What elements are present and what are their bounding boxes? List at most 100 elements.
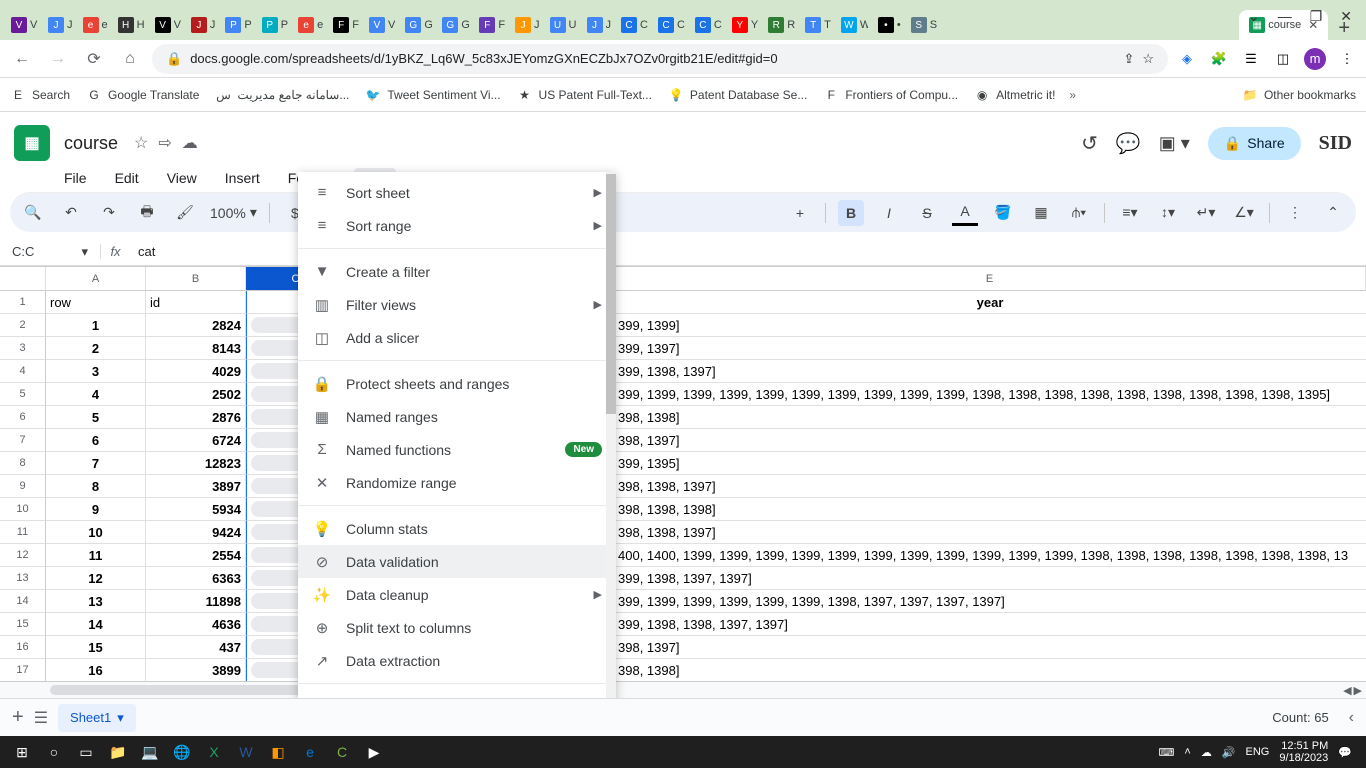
menu-item-create-a-filter[interactable]: ▼Create a filter (298, 255, 616, 288)
row-header[interactable]: 13 (0, 567, 46, 590)
table-row[interactable]: 15144636399, 1398, 1398, 1397, 1397] (0, 613, 1366, 636)
menu-item-named-functions[interactable]: ΣNamed functionsNew (298, 433, 616, 466)
menu-item-add-a-slicer[interactable]: ◫Add a slicer (298, 321, 616, 354)
table-row[interactable]: 328143399, 1397] (0, 337, 1366, 360)
menu-item-data-validation[interactable]: ⊘Data validation (298, 545, 616, 578)
cell[interactable]: row (46, 291, 146, 314)
sheet-tab-menu-icon[interactable]: ▾ (117, 710, 124, 726)
data-menu-dropdown[interactable]: ≡Sort sheet▶≡Sort range▶▼Create a filter… (298, 172, 616, 712)
browser-tab[interactable]: HH (113, 10, 150, 40)
v-align-button[interactable]: ↕▾ (1155, 200, 1181, 226)
bookmark-item[interactable]: 💡Patent Database Se... (668, 87, 807, 103)
cell[interactable]: 2 (46, 337, 146, 360)
cell[interactable]: 3899 (146, 659, 246, 682)
cell[interactable]: 4029 (146, 360, 246, 383)
spreadsheet-grid[interactable]: ABCDE 1rowidyear212824399, 1399]32814339… (0, 266, 1366, 698)
insert-link-icon[interactable]: + (787, 200, 813, 226)
profile-avatar[interactable]: m (1304, 48, 1326, 70)
browser-tab[interactable]: JJ (186, 10, 221, 40)
cell[interactable]: 2824 (146, 314, 246, 337)
table-row[interactable]: 8712823399, 1395] (0, 452, 1366, 475)
cell[interactable]: 6363 (146, 567, 246, 590)
row-header[interactable]: 12 (0, 544, 46, 567)
keyboard-icon[interactable]: ⌨ (1158, 746, 1174, 759)
excel-icon[interactable]: X (198, 738, 230, 766)
notifications-icon[interactable]: 💬 (1338, 746, 1352, 759)
browser-tab[interactable]: GG (437, 10, 474, 40)
add-sheet-button[interactable]: + (12, 706, 24, 729)
row-header[interactable]: 14 (0, 590, 46, 613)
search-menus-icon[interactable]: 🔍 (20, 200, 46, 226)
cell[interactable]: 398, 1398] (614, 659, 1366, 682)
cell[interactable]: 399, 1399, 1399, 1399, 1399, 1399, 1398,… (614, 590, 1366, 613)
browser-tab[interactable]: WW (836, 10, 873, 40)
menu-item-sort-range[interactable]: ≡Sort range▶ (298, 209, 616, 242)
table-row[interactable]: 542502399, 1399, 1399, 1399, 1399, 1399,… (0, 383, 1366, 406)
row-header[interactable]: 16 (0, 636, 46, 659)
other-bookmarks[interactable]: 📁 Other bookmarks (1242, 87, 1356, 103)
h-align-button[interactable]: ≡▾ (1117, 200, 1143, 226)
cell[interactable]: 16 (46, 659, 146, 682)
browser-tab[interactable]: UU (545, 10, 582, 40)
cell[interactable]: 399, 1397] (614, 337, 1366, 360)
name-box-dropdown-icon[interactable]: ▾ (81, 244, 88, 260)
cell[interactable]: year (614, 291, 1366, 314)
table-row[interactable]: 1rowidyear (0, 291, 1366, 314)
chrome-dropdown-icon[interactable]: ⌄ (1248, 8, 1260, 25)
cell[interactable]: 3897 (146, 475, 246, 498)
cell[interactable]: 398, 1397] (614, 636, 1366, 659)
menu-item-randomize-range[interactable]: ✕Randomize range (298, 466, 616, 499)
cell[interactable]: 398, 1397] (614, 429, 1366, 452)
extensions-icon[interactable]: 🧩 (1208, 48, 1230, 70)
menu-file[interactable]: File (58, 168, 93, 188)
browser-tab[interactable]: VV (150, 10, 186, 40)
clock[interactable]: 12:51 PM 9/18/2023 (1279, 740, 1328, 764)
side-panel-icon[interactable]: ◫ (1272, 48, 1294, 70)
cell[interactable]: 5 (46, 406, 146, 429)
history-icon[interactable]: ↺ (1081, 131, 1098, 156)
dropdown-scroll-thumb[interactable] (606, 174, 616, 414)
horizontal-scrollbar[interactable]: ◀▶ (0, 681, 1366, 698)
menu-item-split-text-to-columns[interactable]: ⊕Split text to columns (298, 611, 616, 644)
cell[interactable]: 398, 1398, 1397] (614, 475, 1366, 498)
bold-button[interactable]: B (838, 200, 864, 226)
cell[interactable]: 12823 (146, 452, 246, 475)
browser-tab[interactable]: ee (78, 10, 113, 40)
row-header[interactable]: 7 (0, 429, 46, 452)
menu-item-data-extraction[interactable]: ↗Data extraction (298, 644, 616, 677)
scroll-arrows[interactable]: ◀▶ (1339, 684, 1366, 697)
more-bookmarks-icon[interactable]: » (1069, 88, 1076, 102)
menu-item-data-cleanup[interactable]: ✨Data cleanup▶ (298, 578, 616, 611)
browser-tab[interactable]: VVSM (6, 10, 43, 40)
cell[interactable]: 10 (46, 521, 146, 544)
name-box[interactable]: C:C ▾ (0, 244, 100, 260)
row-header[interactable]: 2 (0, 314, 46, 337)
move-doc-icon[interactable]: ⇨ (158, 133, 171, 153)
browser-tab[interactable]: CC (690, 10, 727, 40)
app-icon-1[interactable]: 💻 (134, 738, 166, 766)
row-header[interactable]: 8 (0, 452, 46, 475)
cell[interactable]: 2876 (146, 406, 246, 429)
table-row[interactable]: 1095934398, 1398, 1398] (0, 498, 1366, 521)
menu-insert[interactable]: Insert (219, 168, 266, 188)
back-button[interactable]: ← (8, 45, 36, 73)
browser-tab[interactable]: •• (873, 10, 906, 40)
italic-button[interactable]: I (876, 200, 902, 226)
home-button[interactable]: ⌂ (116, 45, 144, 73)
document-title[interactable]: course (58, 131, 124, 156)
borders-button[interactable]: ▦ (1028, 200, 1054, 226)
browser-tab[interactable]: PP (257, 10, 293, 40)
row-header[interactable]: 15 (0, 613, 46, 636)
bookmark-item[interactable]: FFrontiers of Compu... (823, 87, 958, 103)
redo-icon[interactable]: ↷ (96, 200, 122, 226)
browser-tab[interactable]: FF (474, 10, 510, 40)
browser-tab[interactable]: JJ (43, 10, 78, 40)
browser-tab[interactable]: JJ (582, 10, 617, 40)
search-taskbar-icon[interactable]: ○ (38, 738, 70, 766)
cell[interactable]: 400, 1400, 1399, 1399, 1399, 1399, 1399,… (614, 544, 1366, 567)
column-header[interactable]: E (614, 267, 1366, 291)
table-row[interactable]: 1615437398, 1397] (0, 636, 1366, 659)
task-view-icon[interactable]: ▭ (70, 738, 102, 766)
volume-icon[interactable]: 🔊 (1222, 746, 1236, 759)
cell[interactable]: 437 (146, 636, 246, 659)
